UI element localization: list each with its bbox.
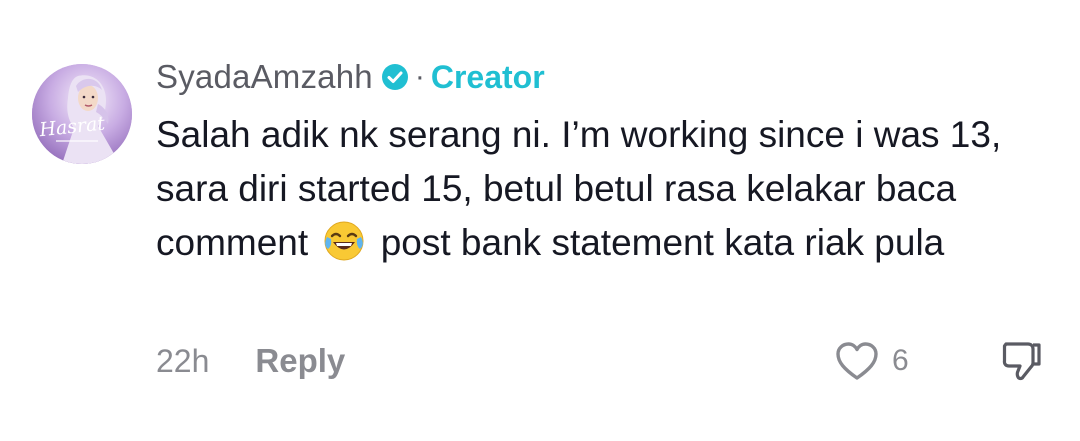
thumbs-down-icon xyxy=(998,338,1044,384)
heart-icon xyxy=(834,340,880,382)
creator-badge: Creator xyxy=(430,58,545,95)
username[interactable]: SyadaAmzahh xyxy=(156,58,373,96)
timestamp: 22h xyxy=(156,342,210,379)
comment-header: SyadaAmzahh · Creator xyxy=(156,57,545,97)
comment-text: Salah adik nk serang ni. I’m working sin… xyxy=(156,108,1036,270)
dislike-button[interactable] xyxy=(998,338,1044,384)
like-button[interactable]: 6 xyxy=(834,338,909,384)
avatar-image: Hasrat xyxy=(32,64,132,164)
avatar[interactable]: Hasrat xyxy=(32,64,132,164)
like-count: 6 xyxy=(892,344,909,377)
tears-of-joy-emoji xyxy=(322,219,366,263)
comment-text-part-2: post bank statement kata riak pula xyxy=(380,222,945,263)
comment-item: Hasrat SyadaAmzahh · Creator Salah adik … xyxy=(0,0,1080,441)
reply-button[interactable]: Reply xyxy=(255,342,345,380)
separator-dot: · xyxy=(414,60,425,93)
verified-icon xyxy=(381,63,409,91)
comment-footer: 22h Reply xyxy=(156,338,345,384)
